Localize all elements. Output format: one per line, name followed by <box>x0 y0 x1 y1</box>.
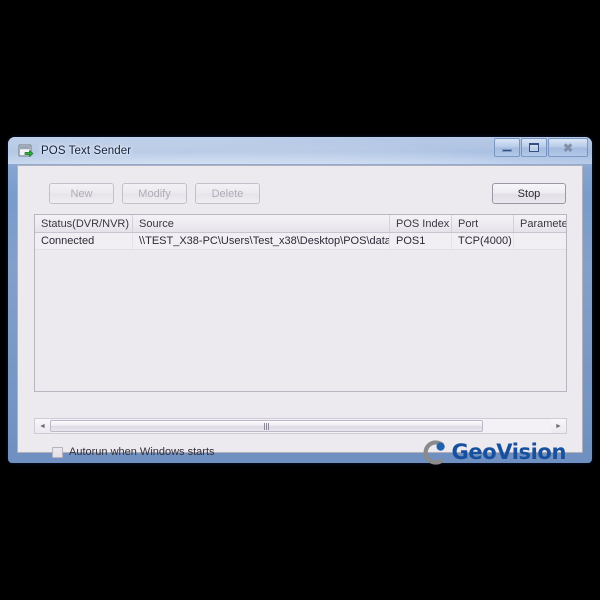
client-area: New Modify Delete Stop Status(DVR/NVR) S… <box>17 165 583 465</box>
connection-list[interactable]: Status(DVR/NVR) Source POS Index Port Pa… <box>34 214 567 392</box>
new-button[interactable]: New <box>49 183 114 204</box>
maximize-button[interactable] <box>521 138 547 157</box>
column-header-status[interactable]: Status(DVR/NVR) <box>35 215 133 232</box>
autorun-checkbox-row[interactable]: Autorun when Windows starts <box>52 446 215 458</box>
scrollbar-track[interactable] <box>50 419 551 433</box>
close-icon: ✖ <box>562 140 574 155</box>
application-window: POS Text Sender ✖ New Modify Delete Stop… <box>8 137 592 465</box>
pos-text-sender-icon <box>18 143 34 159</box>
cell-port: TCP(4000) <box>452 233 514 249</box>
column-header-parameter[interactable]: Parameter <box>514 215 566 232</box>
table-row[interactable]: Connected \\TEST_X38-PC\Users\Test_x38\D… <box>35 233 566 250</box>
maximize-icon <box>529 143 539 152</box>
geovision-wordmark: GeoVision <box>451 439 567 464</box>
list-header-row: Status(DVR/NVR) Source POS Index Port Pa… <box>35 215 566 233</box>
scroll-right-button[interactable]: ► <box>551 419 566 433</box>
cell-pos-index: POS1 <box>390 233 452 249</box>
window-controls: ✖ <box>494 138 588 157</box>
geovision-logo: GeoVision <box>422 438 566 466</box>
toolbar: New Modify Delete Stop <box>18 166 582 210</box>
title-bar[interactable]: POS Text Sender ✖ <box>8 137 592 164</box>
autorun-checkbox[interactable] <box>52 446 63 458</box>
chevron-left-icon: ◄ <box>39 422 46 430</box>
minimize-button[interactable] <box>494 138 520 157</box>
scroll-left-button[interactable]: ◄ <box>35 419 50 433</box>
modify-button[interactable]: Modify <box>122 183 187 204</box>
column-header-pos-index[interactable]: POS Index <box>390 215 452 232</box>
scrollbar-thumb[interactable] <box>50 420 484 432</box>
geovision-logo-mark-icon <box>422 439 448 465</box>
list-body: Connected \\TEST_X38-PC\Users\Test_x38\D… <box>35 233 566 250</box>
cell-parameter <box>514 233 566 249</box>
cell-source: \\TEST_X38-PC\Users\Test_x38\Desktop\POS… <box>133 233 390 249</box>
stop-button[interactable]: Stop <box>492 183 566 204</box>
window-title: POS Text Sender <box>41 144 132 157</box>
horizontal-scrollbar[interactable]: ◄ ► <box>34 418 567 434</box>
close-button[interactable]: ✖ <box>548 138 588 157</box>
scrollbar-grip-icon <box>264 422 270 430</box>
column-header-port[interactable]: Port <box>452 215 514 232</box>
column-header-source[interactable]: Source <box>133 215 390 232</box>
cell-status: Connected <box>35 233 133 249</box>
minimize-icon <box>502 148 512 152</box>
autorun-label: Autorun when Windows starts <box>69 446 215 458</box>
chevron-right-icon: ► <box>555 422 562 430</box>
delete-button[interactable]: Delete <box>195 183 260 204</box>
